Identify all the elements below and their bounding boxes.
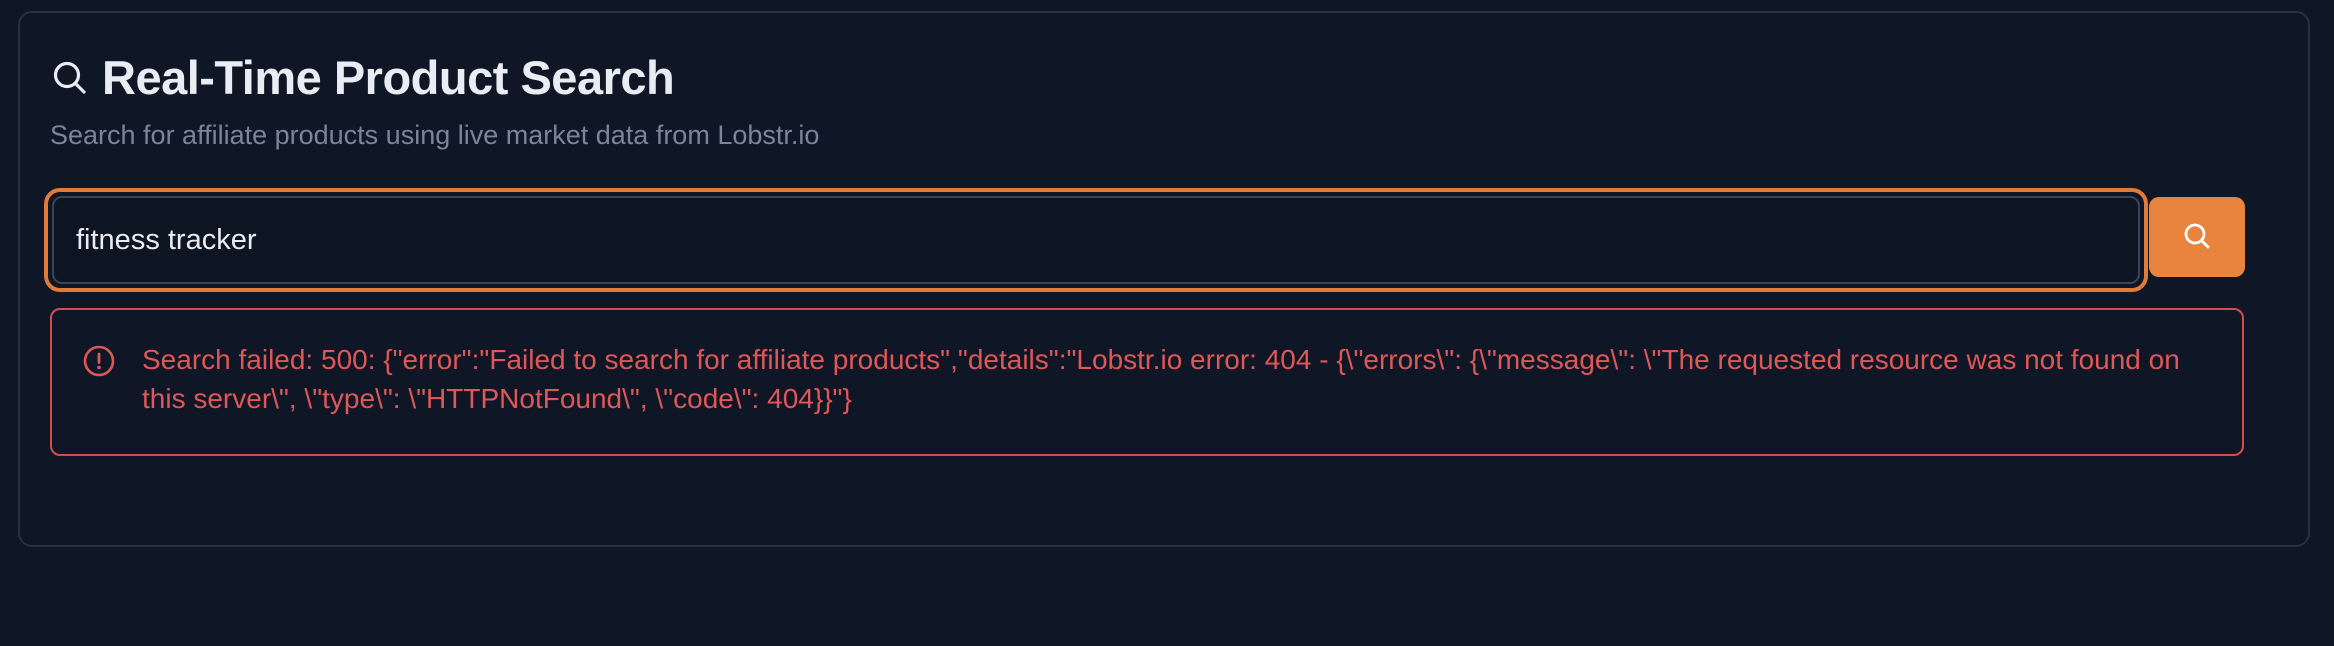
- alert-circle-icon: [82, 344, 116, 378]
- search-icon: [50, 58, 90, 98]
- page-subtitle: Search for affiliate products using live…: [50, 120, 820, 150]
- search-button[interactable]: [2149, 197, 2245, 277]
- page-title: Real-Time Product Search: [102, 51, 675, 104]
- error-message: Search failed: 500: {"error":"Failed to …: [142, 344, 2180, 414]
- error-alert: Search failed: 500: {"error":"Failed to …: [50, 308, 2244, 456]
- search-input[interactable]: [52, 196, 2140, 284]
- search-icon: [2181, 220, 2213, 255]
- search-input-focus-ring: [44, 188, 2148, 292]
- card-header: Real-Time Product Search: [50, 50, 675, 105]
